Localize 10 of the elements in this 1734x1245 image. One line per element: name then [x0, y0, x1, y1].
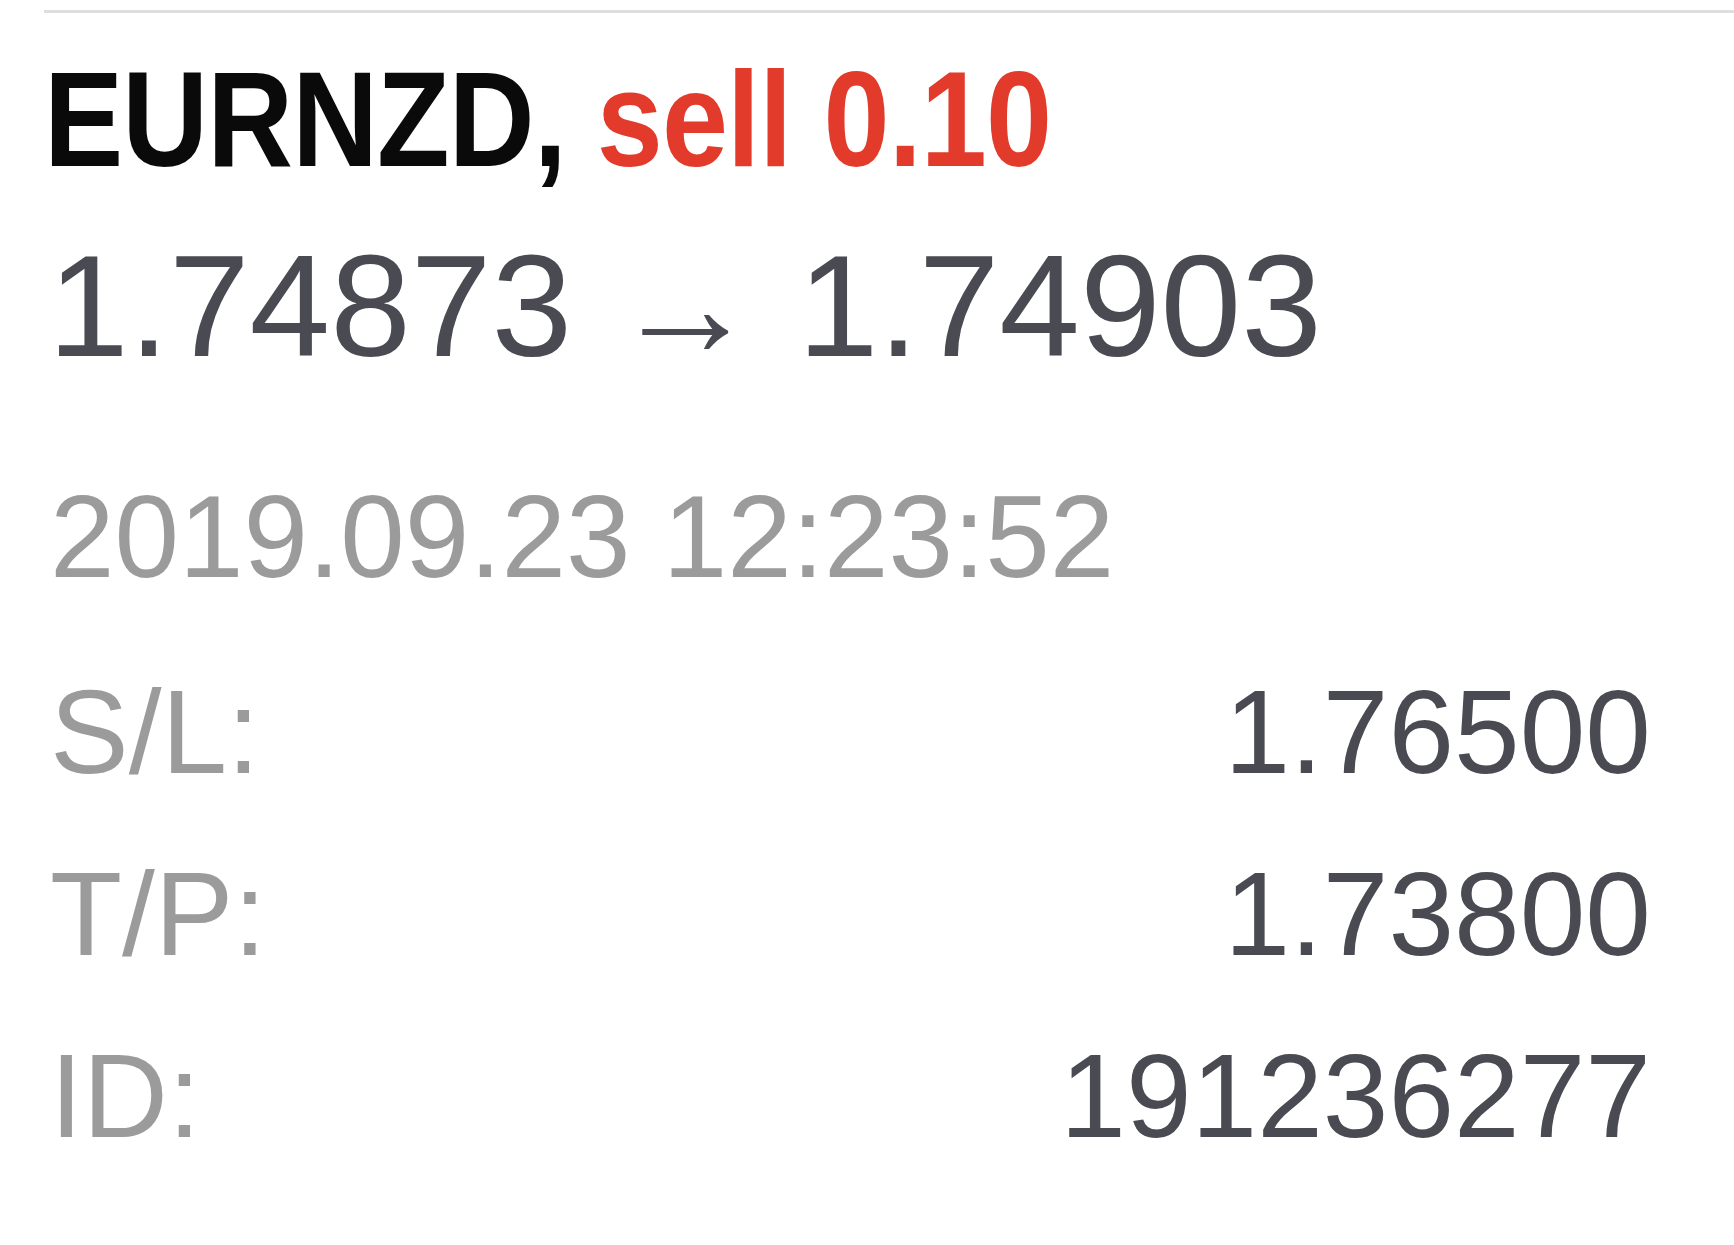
detail-label: T/P:: [50, 847, 267, 983]
detail-label: ID:: [50, 1028, 201, 1164]
order-type-volume: sell 0.10: [596, 43, 1052, 197]
price-change-text: 1.74873 → 1.74903: [47, 224, 1323, 390]
detail-value: 191236277: [1060, 1028, 1651, 1164]
symbol-title: EURNZD,: [44, 43, 566, 197]
detail-value: 1.76500: [1224, 665, 1651, 801]
detail-label: S/L:: [50, 665, 260, 801]
open-time-text: 2019.09.23 12:23:52: [49, 471, 1116, 604]
detail-value: 1.73800: [1224, 847, 1651, 983]
